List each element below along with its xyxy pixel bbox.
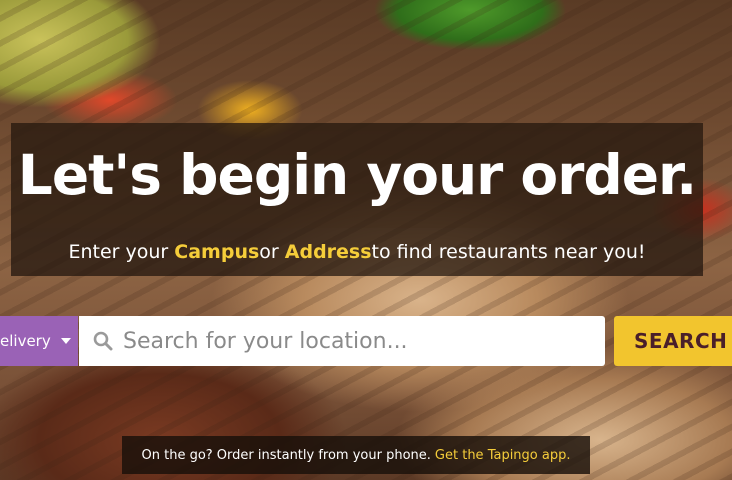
magnifier-icon: [93, 331, 113, 351]
subtitle-campus-highlight: Campus: [174, 241, 260, 263]
app-promo-text: On the go? Order instantly from your pho…: [141, 447, 431, 463]
subtitle-text-or: or: [259, 241, 279, 263]
order-mode-dropdown[interactable]: elivery: [0, 316, 78, 366]
app-promo-bar: On the go? Order instantly from your pho…: [122, 436, 590, 474]
search-bar: elivery SEARCH: [0, 316, 732, 366]
location-search-field[interactable]: [79, 316, 605, 366]
order-mode-label: elivery: [0, 332, 51, 350]
title-panel: Let's begin your order.: [11, 123, 703, 228]
subtitle-text-end: to find restaurants near you!: [371, 241, 646, 263]
search-button[interactable]: SEARCH: [614, 316, 732, 366]
get-app-link[interactable]: Get the Tapingo app.: [435, 448, 571, 463]
location-search-input[interactable]: [123, 328, 593, 354]
subtitle-text-start: Enter your: [68, 241, 169, 263]
subtitle-panel: Enter your Campus or Address to find res…: [11, 228, 703, 276]
subtitle-address-highlight: Address: [284, 241, 372, 263]
caret-down-icon: [60, 338, 71, 344]
page-title: Let's begin your order.: [17, 143, 697, 207]
